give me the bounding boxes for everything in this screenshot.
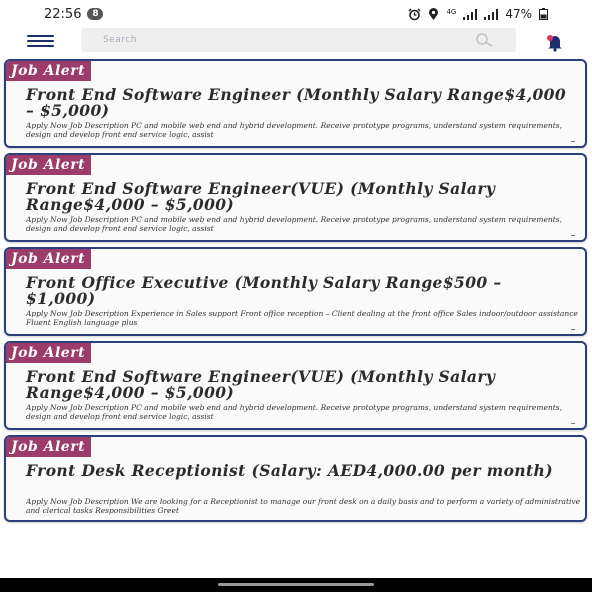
job-title[interactable]: Front End Software Engineer(VUE) (Monthl… [26,369,571,401]
job-description: Apply Now Job Description PC and mobile … [26,121,562,139]
job-card[interactable]: Job Alert Front Office Executive (Monthl… [4,247,587,336]
job-description: Apply Now Job Description We are looking… [26,497,581,515]
signal-icon-2 [484,8,499,20]
system-navigation-bar [0,578,592,592]
job-card[interactable]: Job Alert Front Desk Receptionist (Salar… [4,435,587,522]
card-corner-mark [571,328,575,330]
job-description: Apply Now Job Description PC and mobile … [26,215,562,233]
notification-count-badge: 8 [87,8,104,20]
signal-icon-1 [463,8,478,20]
job-alert-badge: Job Alert [6,61,92,81]
card-corner-mark [571,422,575,424]
search-icon[interactable] [472,32,496,48]
card-corner-mark [571,140,575,142]
job-card[interactable]: Job Alert Front End Software Engineer(VU… [4,153,587,242]
job-alert-badge: Job Alert [6,155,92,175]
app-bar [0,28,592,54]
search-bar[interactable] [81,28,516,52]
job-alert-badge: Job Alert [6,437,92,457]
location-icon [428,7,439,21]
job-title[interactable]: Front Office Executive (Monthly Salary R… [26,275,571,307]
hamburger-menu-icon[interactable] [27,35,54,47]
job-card[interactable]: Job Alert Front End Software Engineer (M… [4,59,587,148]
job-alert-badge: Job Alert [6,343,92,363]
status-left: 22:56 8 [44,6,104,22]
notification-bell-icon[interactable] [542,32,568,52]
job-alert-badge: Job Alert [6,249,92,269]
home-indicator[interactable] [218,583,374,586]
job-title[interactable]: Front Desk Receptionist (Salary: AED4,00… [26,463,571,479]
network-type-label: 4G [446,7,457,16]
job-title[interactable]: Front End Software Engineer (Monthly Sal… [26,87,571,119]
status-right: 4G 47% [408,7,548,21]
job-title[interactable]: Front End Software Engineer(VUE) (Monthl… [26,181,571,213]
battery-percent: 47% [505,7,532,21]
search-input[interactable] [103,35,463,45]
job-card[interactable]: Job Alert Front End Software Engineer(VU… [4,341,587,430]
battery-icon [539,8,548,20]
job-description: Apply Now Job Description PC and mobile … [26,403,562,421]
status-time: 22:56 [44,6,82,22]
status-bar: 22:56 8 4G 47% [0,0,592,28]
job-description: Apply Now Job Description Experience in … [26,309,578,327]
alarm-icon [408,7,421,21]
job-list: Job Alert Front End Software Engineer (M… [4,59,587,527]
card-corner-mark [571,234,575,236]
